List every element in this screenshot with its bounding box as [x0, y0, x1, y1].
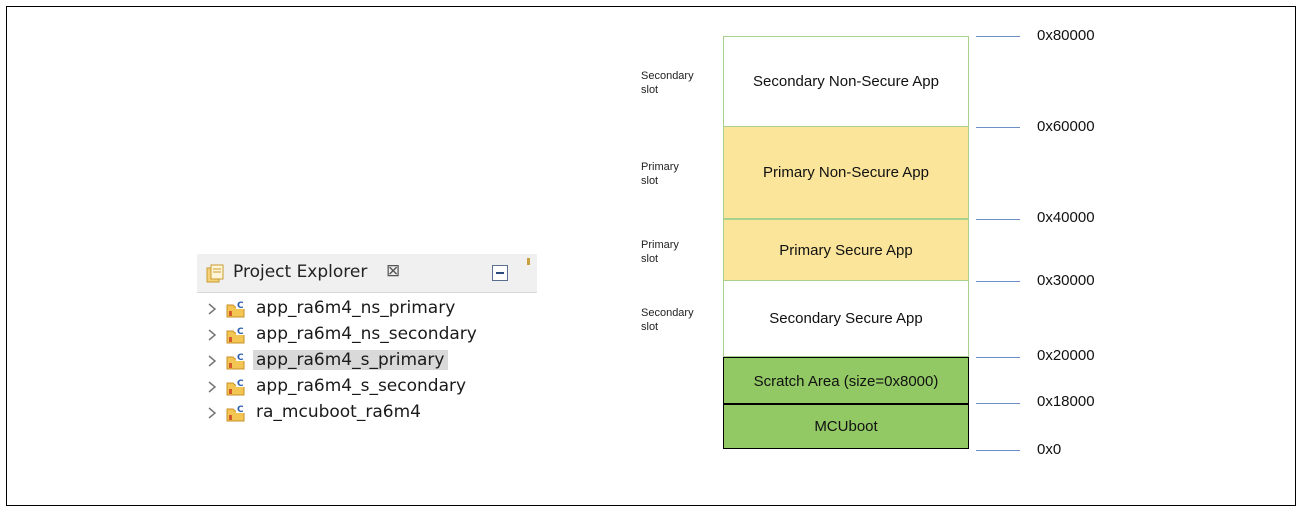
address-label-0x20000: 0x20000 — [1037, 347, 1095, 364]
address-tick — [976, 403, 1020, 404]
address-label-0x60000: 0x60000 — [1037, 118, 1095, 135]
address-label-0x40000: 0x40000 — [1037, 209, 1095, 226]
block-secondary-secure-app: Secondary Secure App — [723, 281, 969, 357]
address-tick — [976, 450, 1020, 451]
address-label-0x0: 0x0 — [1037, 441, 1062, 458]
block-primary-secure-app: Primary Secure App — [723, 219, 969, 281]
address-label-0x18000: 0x18000 — [1037, 393, 1095, 410]
address-tick — [976, 219, 1020, 220]
block-mcuboot: MCUboot — [723, 403, 969, 449]
slot-label-primary-s: Primary slot — [641, 239, 679, 265]
address-tick — [976, 127, 1020, 128]
block-primary-non-secure-app: Primary Non-Secure App — [723, 127, 969, 219]
address-label-0x80000: 0x80000 — [1037, 27, 1095, 44]
address-tick — [976, 357, 1020, 358]
memory-map-diagram: Secondary slot Primary slot Primary slot… — [0, 0, 1302, 477]
slot-label-primary-ns: Primary slot — [641, 161, 679, 187]
slot-label-secondary-ns: Secondary slot — [641, 70, 694, 96]
block-scratch-area: Scratch Area (size=0x8000) — [723, 357, 969, 404]
slot-label-secondary-s: Secondary slot — [641, 307, 694, 333]
address-label-0x30000: 0x30000 — [1037, 272, 1095, 289]
block-secondary-non-secure-app: Secondary Non-Secure App — [723, 36, 969, 127]
address-tick — [976, 281, 1020, 282]
address-tick — [976, 36, 1020, 37]
